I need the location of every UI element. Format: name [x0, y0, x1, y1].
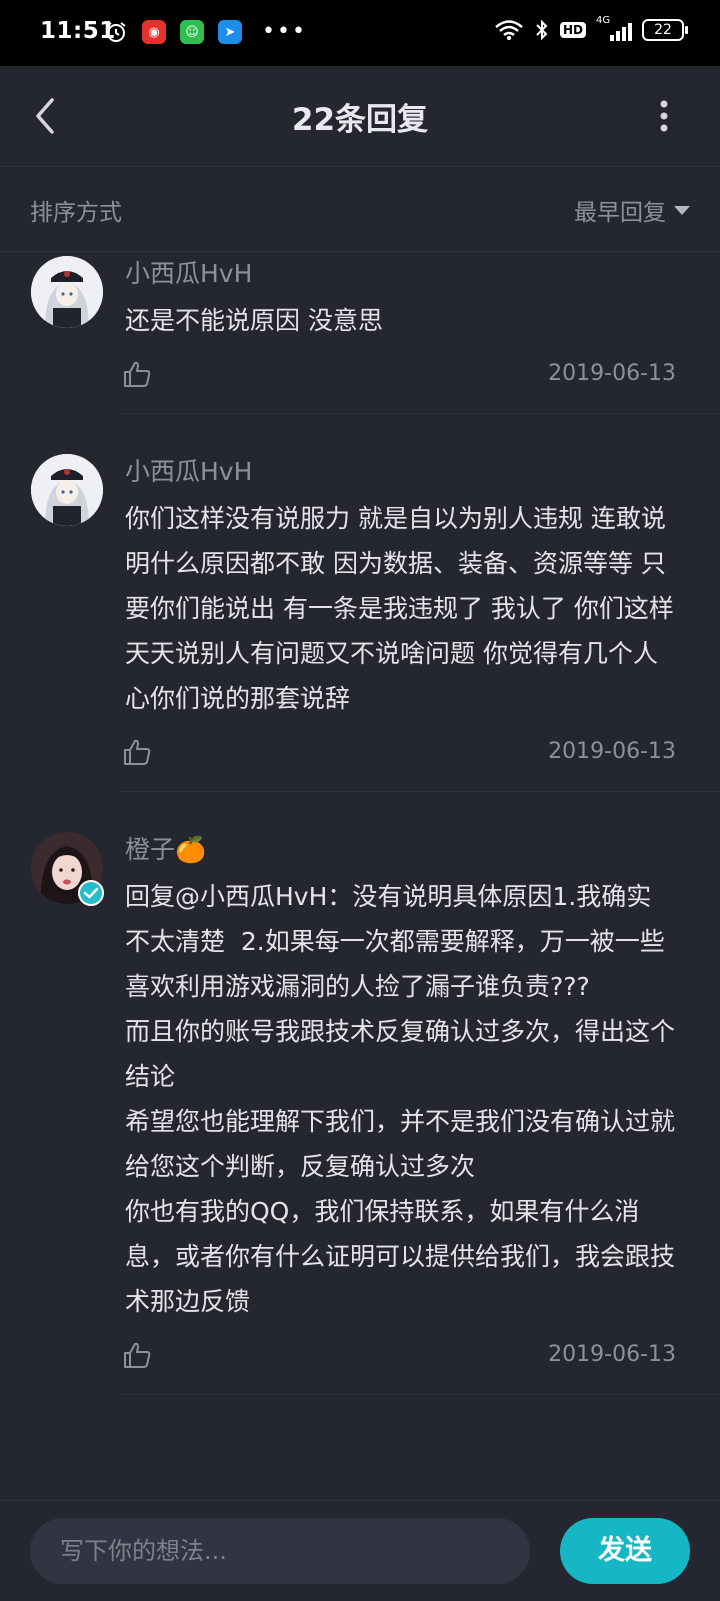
- alarm-icon: [106, 22, 126, 42]
- reply-text: 你们这样没有说服力 就是自以为别人违规 连敢说明什么原因都不敢 因为数据、装备、…: [125, 504, 674, 713]
- avatar[interactable]: [31, 256, 103, 328]
- reply-item: 橙子🍊 回复@小西瓜HvH：没有说明具体原因1.我确实不太清楚 2.如果每一次都…: [0, 792, 720, 1395]
- status-bar: 11:51 ◉ ☺ ➤ ••• HD 4G 22: [0, 0, 720, 66]
- sort-dropdown[interactable]: 最早回复: [574, 193, 690, 227]
- reply-item: 小西瓜HvH 你们这样没有说服力 就是自以为别人违规 连敢说明什么原因都不敢 因…: [0, 414, 720, 792]
- caret-down-icon: [674, 205, 690, 215]
- replies-list[interactable]: 小西瓜HvH 还是不能说原因 没意思 2019-06-13 小西瓜HvH 你们这…: [0, 252, 720, 1498]
- reply-input[interactable]: [30, 1518, 530, 1584]
- more-options-icon[interactable]: [652, 96, 676, 136]
- reply-item: 小西瓜HvH 还是不能说原因 没意思 2019-06-13: [0, 252, 720, 414]
- thumbs-up-icon[interactable]: [122, 1340, 152, 1370]
- divider: [120, 1394, 720, 1395]
- reply-date: 2019-06-13: [548, 1342, 676, 1367]
- sort-bar: 排序方式 最早回复: [0, 167, 720, 252]
- reply-author[interactable]: 小西瓜HvH: [125, 454, 676, 490]
- reply-date: 2019-06-13: [548, 361, 676, 386]
- anime-avatar-image: [31, 454, 103, 526]
- verified-badge-icon: [78, 880, 104, 906]
- battery-icon: 22: [642, 19, 688, 41]
- network-type: 4G: [596, 15, 611, 26]
- music-app-icon: ◉: [142, 20, 166, 44]
- reply-date: 2019-06-13: [548, 739, 676, 764]
- more-notifications-icon: •••: [262, 19, 307, 44]
- anime-avatar-image: [31, 256, 103, 328]
- hd-icon: HD: [559, 22, 586, 38]
- reply-input-bar: 发送: [0, 1500, 720, 1601]
- status-notification-icons: ◉ ☺ ➤ •••: [104, 20, 307, 44]
- thumbs-up-icon[interactable]: [122, 737, 152, 767]
- sort-selected-value: 最早回复: [574, 200, 666, 226]
- reply-author[interactable]: 小西瓜HvH: [125, 256, 676, 292]
- wechat-style-app-icon: ☺: [180, 20, 204, 44]
- page-title: 22条回复: [291, 102, 429, 138]
- status-system-icons: HD 4G 22: [494, 15, 688, 42]
- wifi-icon: [495, 20, 523, 40]
- avatar[interactable]: [31, 454, 103, 526]
- reply-author[interactable]: 橙子🍊: [125, 832, 676, 868]
- signal-icon: 4G: [596, 15, 632, 41]
- reply-text: 回复@小西瓜HvH：没有说明具体原因1.我确实不太清楚 2.如果每一次都需要解释…: [125, 882, 676, 1316]
- reply-text: 还是不能说原因 没意思: [125, 306, 383, 335]
- send-button[interactable]: 发送: [560, 1518, 690, 1584]
- app-header: 22条回复: [0, 66, 720, 167]
- bluetooth-icon: [536, 19, 548, 41]
- thumbs-up-icon[interactable]: [122, 359, 152, 389]
- sort-label: 排序方式: [30, 200, 122, 226]
- browser-app-icon: ➤: [218, 20, 242, 44]
